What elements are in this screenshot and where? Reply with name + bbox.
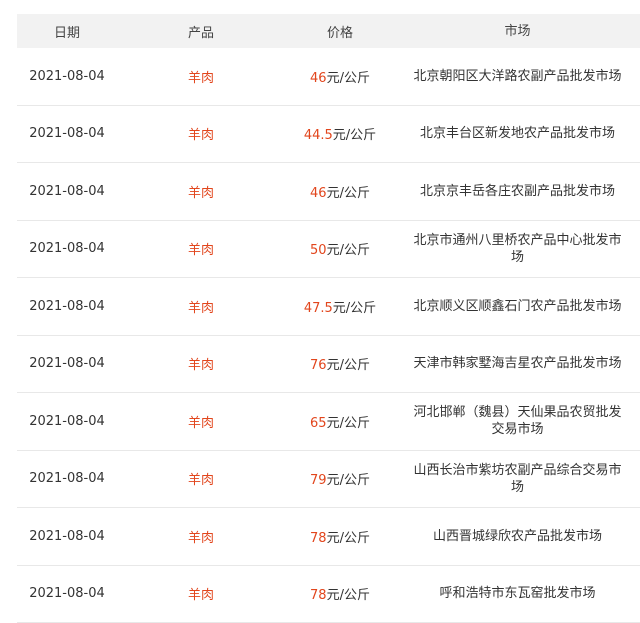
product-link[interactable]: 羊肉 — [117, 124, 285, 143]
price-table: 日期 产品 价格 市场 2021-08-04 羊肉 46元/公斤 北京朝阳区大洋… — [17, 14, 640, 623]
market-cell: 山西长治市紫坊农副产品综合交易市场 — [395, 462, 640, 496]
table-row: 2021-08-04 羊肉 78元/公斤 山西晋城绿欣农产品批发市场 — [17, 508, 640, 566]
market-cell: 北京顺义区顺鑫石门农产品批发市场 — [395, 298, 640, 315]
market-cell: 北京市通州八里桥农产品中心批发市场 — [395, 232, 640, 266]
price-unit: 元/公斤 — [327, 416, 370, 431]
price-cell: 44.5元/公斤 — [285, 124, 395, 143]
table-row: 2021-08-04 羊肉 44.5元/公斤 北京丰台区新发地农产品批发市场 — [17, 106, 640, 164]
price-value: 46 — [310, 186, 327, 201]
date-cell: 2021-08-04 — [17, 586, 117, 601]
date-cell: 2021-08-04 — [17, 529, 117, 544]
price-cell: 79元/公斤 — [285, 469, 395, 488]
table-row: 2021-08-04 羊肉 76元/公斤 天津市韩家墅海吉星农产品批发市场 — [17, 336, 640, 394]
product-link[interactable]: 羊肉 — [117, 239, 285, 258]
price-cell: 78元/公斤 — [285, 527, 395, 546]
market-cell: 北京丰台区新发地农产品批发市场 — [395, 125, 640, 142]
market-cell: 北京京丰岳各庄农副产品批发市场 — [395, 183, 640, 200]
header-market: 市场 — [395, 23, 640, 40]
date-cell: 2021-08-04 — [17, 471, 117, 486]
date-cell: 2021-08-04 — [17, 414, 117, 429]
price-value: 76 — [310, 358, 327, 373]
product-link[interactable]: 羊肉 — [117, 67, 285, 86]
market-cell: 山西晋城绿欣农产品批发市场 — [395, 528, 640, 545]
market-cell: 呼和浩特市东瓦窑批发市场 — [395, 585, 640, 602]
product-link[interactable]: 羊肉 — [117, 527, 285, 546]
price-value: 65 — [310, 416, 327, 431]
price-value: 50 — [310, 243, 327, 258]
price-unit: 元/公斤 — [327, 243, 370, 258]
table-row: 2021-08-04 羊肉 78元/公斤 呼和浩特市东瓦窑批发市场 — [17, 566, 640, 623]
header-product: 产品 — [117, 22, 285, 41]
product-link[interactable]: 羊肉 — [117, 412, 285, 431]
price-unit: 元/公斤 — [327, 358, 370, 373]
product-link[interactable]: 羊肉 — [117, 182, 285, 201]
date-cell: 2021-08-04 — [17, 184, 117, 199]
price-cell: 78元/公斤 — [285, 584, 395, 603]
price-unit: 元/公斤 — [333, 128, 376, 143]
table-row: 2021-08-04 羊肉 46元/公斤 北京朝阳区大洋路农副产品批发市场 — [17, 48, 640, 106]
date-cell: 2021-08-04 — [17, 126, 117, 141]
date-cell: 2021-08-04 — [17, 241, 117, 256]
product-link[interactable]: 羊肉 — [117, 584, 285, 603]
table-row: 2021-08-04 羊肉 79元/公斤 山西长治市紫坊农副产品综合交易市场 — [17, 451, 640, 509]
price-value: 78 — [310, 531, 327, 546]
price-cell: 76元/公斤 — [285, 354, 395, 373]
product-link[interactable]: 羊肉 — [117, 469, 285, 488]
price-cell: 47.5元/公斤 — [285, 297, 395, 316]
table-header: 日期 产品 价格 市场 — [17, 14, 640, 48]
table-body: 2021-08-04 羊肉 46元/公斤 北京朝阳区大洋路农副产品批发市场 20… — [17, 48, 640, 623]
price-unit: 元/公斤 — [327, 531, 370, 546]
product-link[interactable]: 羊肉 — [117, 354, 285, 373]
table-row: 2021-08-04 羊肉 50元/公斤 北京市通州八里桥农产品中心批发市场 — [17, 221, 640, 279]
price-unit: 元/公斤 — [333, 301, 376, 316]
price-cell: 50元/公斤 — [285, 239, 395, 258]
price-value: 47.5 — [304, 301, 333, 316]
table-row: 2021-08-04 羊肉 46元/公斤 北京京丰岳各庄农副产品批发市场 — [17, 163, 640, 221]
market-cell: 天津市韩家墅海吉星农产品批发市场 — [395, 355, 640, 372]
price-unit: 元/公斤 — [327, 186, 370, 201]
product-link[interactable]: 羊肉 — [117, 297, 285, 316]
price-value: 44.5 — [304, 128, 333, 143]
price-value: 78 — [310, 588, 327, 603]
price-unit: 元/公斤 — [327, 71, 370, 86]
table-row: 2021-08-04 羊肉 47.5元/公斤 北京顺义区顺鑫石门农产品批发市场 — [17, 278, 640, 336]
price-cell: 46元/公斤 — [285, 182, 395, 201]
table-row: 2021-08-04 羊肉 65元/公斤 河北邯郸（魏县）天仙果品农贸批发交易市… — [17, 393, 640, 451]
price-unit: 元/公斤 — [327, 473, 370, 488]
price-value: 46 — [310, 71, 327, 86]
price-value: 79 — [310, 473, 327, 488]
date-cell: 2021-08-04 — [17, 299, 117, 314]
price-unit: 元/公斤 — [327, 588, 370, 603]
price-cell: 65元/公斤 — [285, 412, 395, 431]
market-cell: 河北邯郸（魏县）天仙果品农贸批发交易市场 — [395, 404, 640, 438]
price-cell: 46元/公斤 — [285, 67, 395, 86]
header-price: 价格 — [285, 22, 395, 41]
market-cell: 北京朝阳区大洋路农副产品批发市场 — [395, 68, 640, 85]
date-cell: 2021-08-04 — [17, 69, 117, 84]
date-cell: 2021-08-04 — [17, 356, 117, 371]
header-date: 日期 — [17, 22, 117, 41]
